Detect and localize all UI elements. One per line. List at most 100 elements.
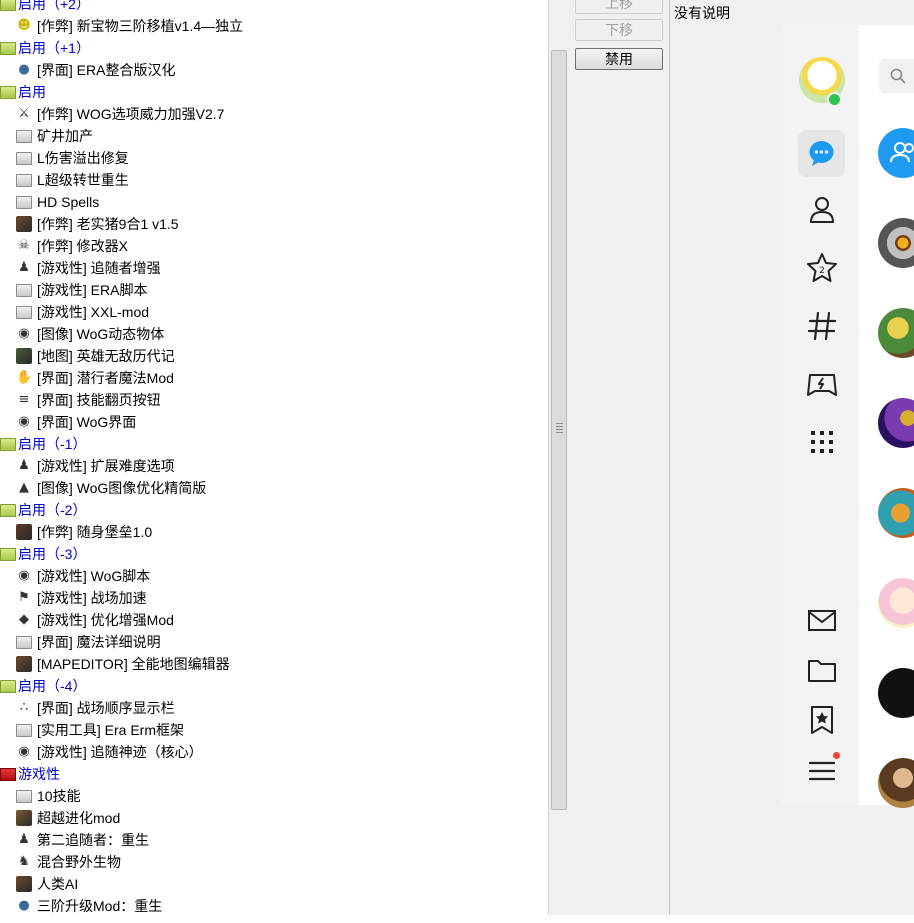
button-column: 上移 下移 禁用	[568, 0, 670, 915]
globe-icon: ●	[18, 62, 30, 77]
tree-group-label: 启用（+1）	[18, 40, 90, 56]
tree-item-label: [游戏性] XXL-mod	[37, 304, 150, 320]
tree-item-label: [地图] 英雄无敌历代记	[37, 348, 175, 364]
tree-item-label: [游戏性] WoG脚本	[37, 568, 151, 584]
tree-item-label: 超越进化mod	[37, 810, 121, 826]
scrollbar-thumb[interactable]	[551, 50, 567, 810]
creature-icon: ♞	[18, 854, 30, 869]
tree-scrollbar[interactable]	[548, 0, 568, 915]
folder-icon[interactable]	[805, 653, 839, 687]
qq-conversation-list	[859, 25, 914, 808]
svg-text:2: 2	[819, 266, 825, 276]
disable-button[interactable]: 禁用	[575, 48, 663, 70]
globe-icon: ●	[18, 898, 30, 913]
picture-icon	[16, 524, 32, 540]
figure-icon: ♟	[18, 260, 30, 275]
search-input[interactable]	[879, 59, 914, 93]
gem-icon: ◆	[19, 612, 29, 627]
figure-icon: ♟	[18, 832, 30, 847]
tree-item-label: [作弊] 随身堡垒1.0	[37, 524, 153, 540]
eye-icon: ◉	[18, 414, 30, 429]
qq-sidebar: 2	[781, 25, 859, 805]
tree-item-label: [界面] ERA整合版汉化	[37, 62, 176, 78]
tree-group-label: 启用	[18, 84, 46, 100]
conversation-avatar[interactable]	[878, 578, 914, 628]
tree-item-label: [游戏性] 追随者增强	[37, 260, 161, 276]
tree-item-label: L伤害溢出修复	[37, 150, 129, 166]
tree-item-label: L超级转世重生	[37, 172, 129, 188]
picture-icon	[16, 348, 32, 364]
tree-item-label: [MAPEDITOR] 全能地图编辑器	[37, 656, 230, 672]
channel-hash-icon[interactable]	[805, 309, 839, 343]
favorites-star-icon[interactable]: 2	[805, 251, 839, 285]
tree-item-label: HD Spells	[37, 194, 100, 210]
eye-icon: ◉	[18, 326, 30, 341]
conversation-avatar[interactable]	[878, 308, 914, 358]
folder-icon	[16, 306, 32, 319]
picture-icon	[16, 216, 32, 232]
bars-icon: ≡	[18, 392, 30, 407]
tree-item-label: [图像] WoG动态物体	[37, 326, 165, 342]
tree-item-label: [实用工具] Era Erm框架	[37, 722, 185, 738]
tree-group-label: 启用（-1）	[18, 436, 87, 452]
folder-icon	[16, 790, 32, 803]
conversation-avatar[interactable]	[878, 398, 914, 448]
tree-group-label: 启用（+2）	[18, 0, 90, 12]
tree-item-label: [作弊] 老实猪9合1 v1.5	[37, 216, 179, 232]
tree-item-label: [游戏性] 扩展难度选项	[37, 458, 175, 474]
green-folder-icon	[0, 42, 16, 55]
tree-item-label: 三阶升级Mod：重生	[37, 898, 163, 914]
tree-item-label: [界面] 战场顺序显示栏	[37, 700, 175, 716]
conversation-avatar[interactable]	[878, 668, 914, 718]
conversation-avatar[interactable]	[878, 218, 914, 268]
tree-item-label: [图像] WoG图像优化精简版	[37, 480, 207, 496]
conversation-avatar[interactable]	[878, 488, 914, 538]
folder-icon	[16, 284, 32, 297]
folder-icon	[16, 196, 32, 209]
tree-item-label: [界面] 潜行者魔法Mod	[37, 370, 174, 386]
picture-icon	[16, 810, 32, 826]
green-folder-icon	[0, 0, 16, 11]
sword-icon: ⚔	[18, 106, 30, 121]
tree-item-label: [作弊] 新宝物三阶移植v1.4—独立	[37, 18, 244, 34]
folder-icon	[16, 636, 32, 649]
folder-icon	[16, 724, 32, 737]
tree-item-label: 第二追随者：重生	[37, 832, 149, 848]
chat-nav-item[interactable]	[798, 130, 845, 177]
tent-icon: ▲	[19, 480, 29, 495]
tree-item-label: [游戏性] ERA脚本	[37, 282, 148, 298]
dots-icon: ∴	[19, 700, 29, 715]
qq-window: 2	[781, 25, 914, 808]
tree-group-label: 启用（-4）	[18, 678, 87, 694]
bookmark-star-icon[interactable]	[805, 703, 839, 737]
tree-item-label: [游戏性] 战场加速	[37, 590, 147, 606]
mail-icon[interactable]	[805, 603, 839, 637]
green-folder-icon	[0, 86, 16, 99]
move-down-button[interactable]: 下移	[575, 19, 663, 41]
green-folder-icon	[0, 504, 16, 517]
tree-item-label: [游戏性] 追随神迹（核心）	[37, 744, 203, 760]
move-up-button[interactable]: 上移	[575, 0, 663, 14]
tree-item-label: [界面] WoG界面	[37, 414, 137, 430]
description-text: 没有说明	[674, 5, 730, 21]
apps-grid-icon[interactable]	[805, 425, 839, 459]
conversation-avatar[interactable]	[878, 758, 914, 808]
tree-item-label: 矿井加产	[37, 128, 93, 144]
mod-tree[interactable]: 启用（+2） ☻ [作弊] 新宝物三阶移植v1.4—独立 启用（+1） ● [界面] ER…	[0, 0, 548, 923]
game-icon[interactable]	[805, 367, 839, 401]
folder-icon	[16, 130, 32, 143]
green-folder-icon	[0, 548, 16, 561]
picture-icon	[16, 876, 32, 892]
tree-item-label: 人类AI	[37, 876, 79, 892]
tree-item-label: 10技能	[37, 788, 81, 804]
tree-item-label: 混合野外生物	[37, 854, 121, 870]
search-icon	[890, 68, 906, 84]
tree-item-label: [界面] 魔法详细说明	[37, 634, 161, 650]
folder-icon	[16, 174, 32, 187]
online-status-icon	[827, 92, 842, 107]
conversation-avatar-group[interactable]	[878, 128, 914, 178]
figure-icon: ♟	[18, 458, 30, 473]
runner-icon: ⚑	[18, 590, 30, 605]
contacts-icon[interactable]	[805, 193, 839, 227]
tree-group-label: 启用（-2）	[18, 502, 87, 518]
